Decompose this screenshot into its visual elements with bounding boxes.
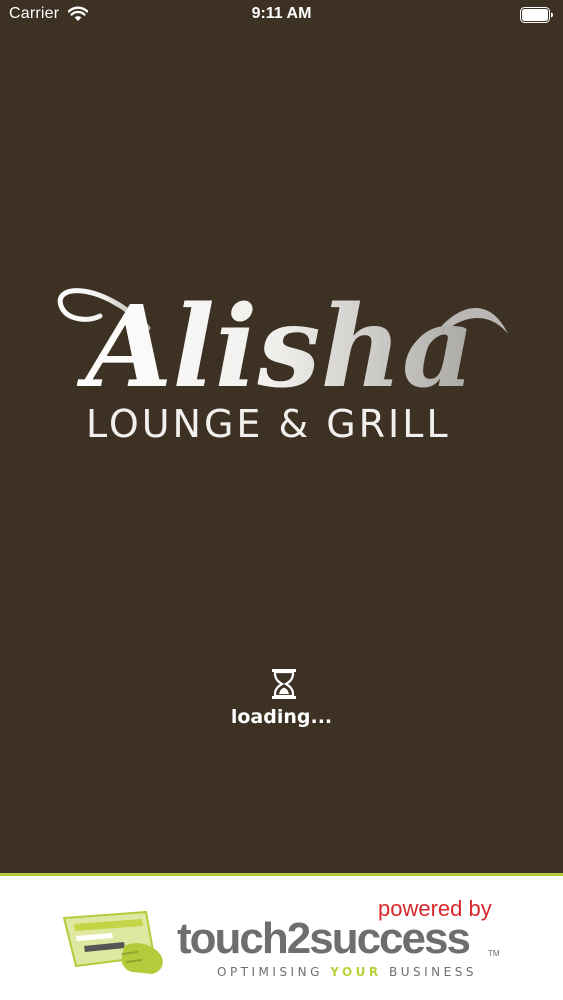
restaurant-logo: Alisha LOUNGE & GRILL bbox=[40, 262, 530, 452]
loading-text: loading... bbox=[230, 706, 333, 728]
trademark-mark: TM bbox=[488, 949, 500, 958]
touch2success-logo: touch2success bbox=[177, 914, 471, 963]
hourglass-icon bbox=[272, 669, 296, 699]
powered-by-footer: powered by touch2success TM OPTIMISING Y… bbox=[0, 873, 563, 1000]
battery-icon bbox=[520, 7, 553, 23]
logo-subtitle: LOUNGE & GRILL bbox=[86, 402, 451, 446]
tagline-highlight: YOUR bbox=[330, 965, 382, 979]
tagline: OPTIMISING YOUR BUSINESS bbox=[217, 965, 477, 979]
status-bar: Carrier 9:11 AM bbox=[0, 0, 563, 30]
logo-name: Alisha bbox=[76, 282, 474, 413]
tagline-end: BUSINESS bbox=[381, 965, 477, 979]
card-terminal-icon bbox=[62, 910, 163, 974]
tagline-start: OPTIMISING bbox=[217, 965, 331, 979]
status-time: 9:11 AM bbox=[251, 5, 312, 22]
